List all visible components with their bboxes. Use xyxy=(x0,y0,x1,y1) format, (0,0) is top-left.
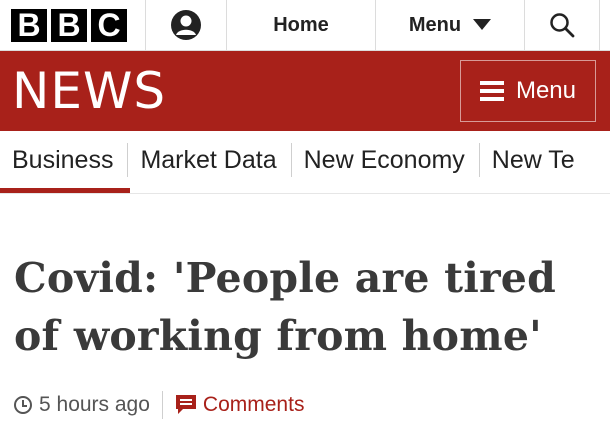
home-link[interactable]: Home xyxy=(227,0,376,50)
article-headline: Covid: 'People are tired of working from… xyxy=(14,249,596,365)
active-section-indicator xyxy=(0,188,130,193)
news-menu-label: Menu xyxy=(515,77,577,104)
bbc-logo-letter: C xyxy=(91,8,127,42)
bbc-logo[interactable]: B B C xyxy=(0,0,146,50)
comments-label: Comments xyxy=(202,393,305,416)
search-button[interactable] xyxy=(525,0,600,50)
bbc-top-bar: B B C Home Menu xyxy=(0,0,610,51)
secnav-item-new-tech[interactable]: New Te xyxy=(492,143,589,177)
section-nav: Business Market Data New Economy New Te xyxy=(0,131,610,194)
article-timestamp: 5 hours ago xyxy=(39,393,150,416)
top-menu-label: Menu xyxy=(408,13,462,36)
secnav-item-business[interactable]: Business xyxy=(12,143,129,177)
comments-link[interactable]: Comments xyxy=(175,393,305,417)
meta-divider xyxy=(161,391,163,419)
headline-line-1: Covid: 'People are tired xyxy=(14,254,556,302)
hamburger-icon xyxy=(479,81,504,101)
bbc-logo-letter: B xyxy=(11,8,47,42)
bbc-logo-letter: B xyxy=(51,8,87,42)
top-menu-button[interactable]: Menu xyxy=(376,0,525,50)
clock-icon xyxy=(14,396,32,414)
home-label: Home xyxy=(273,13,329,36)
news-title[interactable]: NEWS xyxy=(12,66,166,116)
news-menu-button[interactable]: Menu xyxy=(460,60,596,122)
comment-icon xyxy=(175,395,196,414)
account-button[interactable] xyxy=(146,0,227,50)
article-meta: 5 hours ago Comments xyxy=(14,391,610,419)
news-banner: NEWS Menu xyxy=(0,51,610,131)
headline-line-2: of working from home' xyxy=(14,312,542,360)
triangle-down-icon xyxy=(473,19,492,30)
secnav-item-market-data[interactable]: Market Data xyxy=(140,143,292,177)
secnav-item-new-economy[interactable]: New Economy xyxy=(304,143,480,177)
search-icon xyxy=(550,13,575,38)
account-icon xyxy=(171,10,201,40)
